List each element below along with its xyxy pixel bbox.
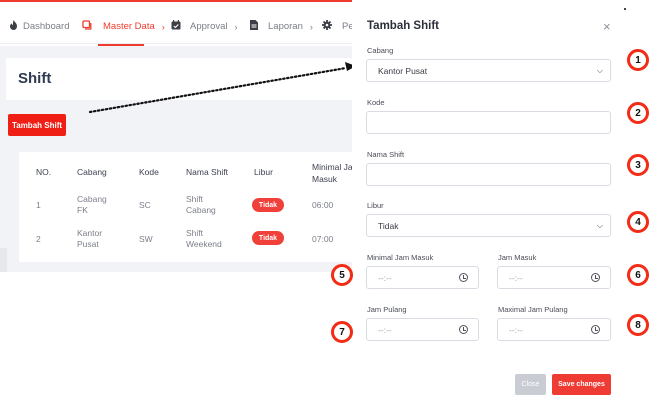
jam-masuk-label: Jam Masuk: [498, 253, 537, 262]
close-icon[interactable]: ×: [603, 19, 611, 34]
cabang-select[interactable]: Kantor Pusat ⌵: [366, 59, 611, 82]
libur-select[interactable]: Tidak ⌵: [366, 214, 611, 237]
time-value: --:--: [378, 324, 392, 335]
step-marker-3: 3: [627, 154, 649, 176]
jam-pulang-input[interactable]: --:--: [366, 318, 479, 341]
step-marker-4: 4: [627, 211, 649, 233]
clock-icon[interactable]: [591, 273, 600, 282]
time-value: --:--: [509, 324, 523, 335]
close-button[interactable]: Close: [515, 374, 546, 395]
time-value: --:--: [378, 272, 392, 283]
modal-title: Tambah Shift: [367, 20, 439, 32]
maximal-jam-pulang-input[interactable]: --:--: [497, 318, 611, 341]
step-marker-6: 6: [627, 264, 649, 286]
clock-icon[interactable]: [459, 325, 468, 334]
select-value: Tidak: [378, 220, 399, 231]
kode-label: Kode: [367, 98, 385, 107]
clock-icon[interactable]: [459, 273, 468, 282]
maximal-jam-pulang-label: Maximal Jam Pulang: [498, 305, 568, 314]
nama-shift-label: Nama Shift: [367, 150, 405, 159]
jam-pulang-label: Jam Pulang: [367, 305, 407, 314]
step-marker-8: 8: [627, 314, 649, 336]
select-value: Kantor Pusat: [378, 65, 428, 76]
minimal-jam-masuk-input[interactable]: --:--: [366, 266, 479, 289]
step-marker-7: 7: [331, 321, 353, 343]
step-marker-2: 2: [627, 102, 649, 124]
jam-masuk-input[interactable]: --:--: [497, 266, 611, 289]
save-changes-button[interactable]: Save changes: [552, 374, 611, 395]
kode-input[interactable]: [366, 111, 611, 134]
time-value: --:--: [509, 272, 523, 283]
step-marker-5: 5: [331, 264, 353, 286]
minimal-jam-masuk-label: Minimal Jam Masuk: [367, 253, 434, 262]
nama-shift-input[interactable]: [366, 163, 611, 186]
cabang-label: Cabang: [367, 46, 394, 55]
edge-mark: [624, 8, 626, 10]
libur-label: Libur: [367, 201, 384, 210]
chevron-down-icon: ⌵: [596, 221, 603, 230]
step-marker-1: 1: [627, 49, 649, 71]
chevron-down-icon: ⌵: [596, 66, 603, 75]
clock-icon[interactable]: [591, 325, 600, 334]
